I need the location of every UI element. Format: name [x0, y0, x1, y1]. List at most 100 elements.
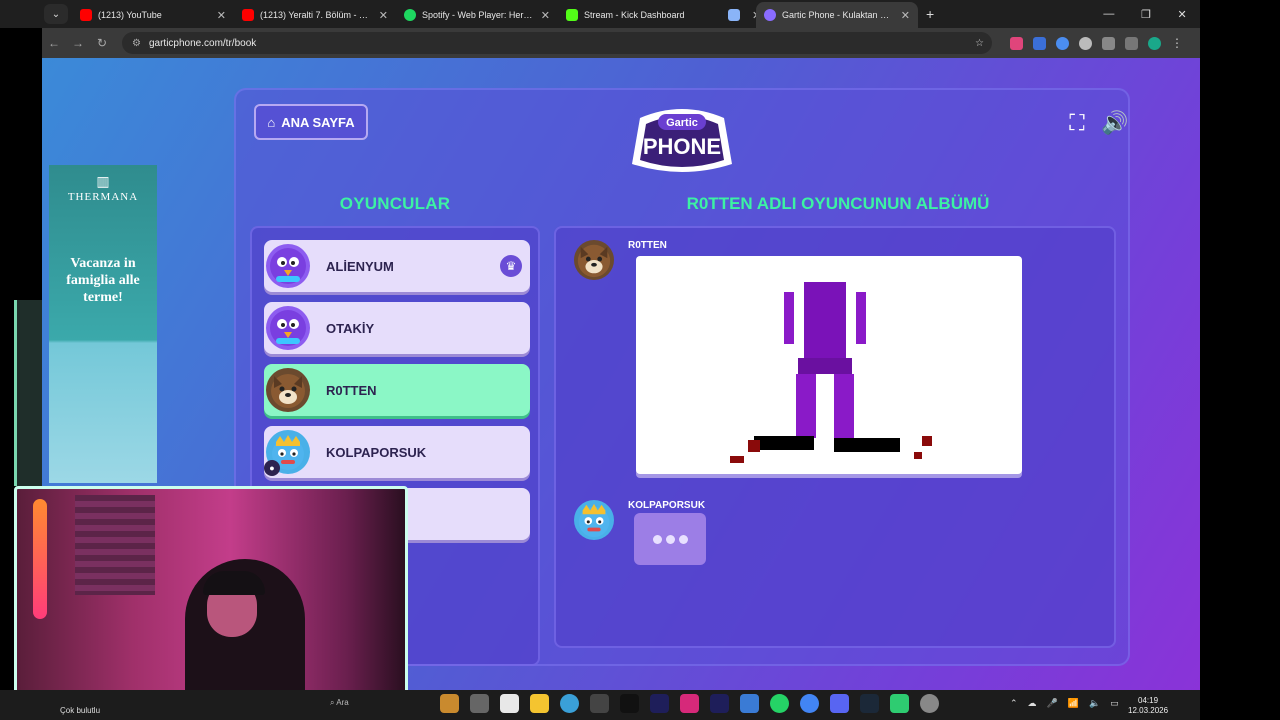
- tab-title: (1213) YouTube: [98, 10, 162, 20]
- bird-avatar: [266, 244, 310, 288]
- album-title: R0TTEN ADLI OYUNCUNUN ALBÜMÜ: [686, 194, 990, 213]
- fullscreen-icon[interactable]: ⛶: [1064, 110, 1090, 136]
- app-icon[interactable]: [890, 694, 909, 713]
- home-icon: ⌂: [267, 114, 276, 130]
- album-panel: R0TTEN KOLPAPORSUK: [554, 226, 1116, 648]
- tab-youtube-video[interactable]: (1213) Yeralti 7. Bölüm - YouTube ✕: [234, 2, 396, 28]
- players-title: OYUNCULAR: [339, 194, 451, 213]
- folder-icon[interactable]: [530, 694, 549, 713]
- cloud-icon[interactable]: ☁: [1028, 698, 1037, 709]
- tab-unnamed[interactable]: ✕: [720, 2, 756, 28]
- youtube-icon: [242, 9, 254, 21]
- tiktok-icon[interactable]: [620, 694, 639, 713]
- tab-search-button[interactable]: ⌄: [44, 4, 68, 24]
- tab-title: Spotify - Web Player: Herkes için: [422, 10, 535, 20]
- search-label: Ara: [336, 698, 349, 707]
- weather-label[interactable]: Çok bulutlu: [60, 706, 100, 715]
- user-icon: ●: [264, 460, 280, 476]
- mic-icon[interactable]: 🎤: [1047, 698, 1058, 709]
- black-border: [1200, 0, 1280, 720]
- ad-headline: Vacanza in famiglia alle terme!: [66, 256, 140, 305]
- album-author: R0TTEN: [628, 240, 667, 251]
- tab-youtube[interactable]: (1213) YouTube ✕: [72, 2, 234, 28]
- extensions: ⋮: [1010, 36, 1184, 50]
- clock-date: 12.03.2026: [1128, 706, 1169, 715]
- minimize-icon[interactable]: —: [1103, 8, 1114, 20]
- close-window-icon[interactable]: ✕: [1177, 8, 1186, 21]
- webcam-overlay: [14, 486, 408, 706]
- home-button[interactable]: ⌂ ANA SAYFA: [254, 104, 368, 140]
- streamer-cap: [203, 571, 265, 595]
- dot: [665, 534, 675, 544]
- dot: [652, 534, 662, 544]
- reading-list-icon[interactable]: [1125, 36, 1138, 50]
- restore-icon[interactable]: ❐: [1141, 8, 1151, 21]
- close-icon[interactable]: ✕: [217, 9, 226, 22]
- volume-icon[interactable]: 🔈: [1089, 698, 1100, 709]
- speaker-icon[interactable]: 🔊: [1101, 110, 1128, 136]
- extension-icon[interactable]: [1010, 36, 1023, 50]
- kick-icon: [566, 9, 578, 21]
- chrome-icon[interactable]: [800, 694, 819, 713]
- logo-top-text: Gartic: [666, 117, 698, 129]
- address-bar-row: ← → ↻ ⚙ garticphone.com/tr/book ☆ ⋮: [42, 28, 1200, 58]
- dog-avatar: [266, 368, 310, 412]
- settings-icon[interactable]: [920, 694, 939, 713]
- discord-icon[interactable]: [830, 694, 849, 713]
- site-info-icon[interactable]: ⚙: [132, 38, 141, 49]
- app-icon[interactable]: [500, 694, 519, 713]
- app-icon[interactable]: [560, 694, 579, 713]
- premiere-icon[interactable]: [650, 694, 669, 713]
- reload-icon[interactable]: ↻: [90, 36, 114, 50]
- back-icon[interactable]: ←: [42, 36, 66, 50]
- wifi-icon[interactable]: 📶: [1068, 698, 1079, 709]
- extension-icon[interactable]: [1033, 36, 1046, 50]
- home-button-label: ANA SAYFA: [281, 114, 355, 130]
- gartic-icon: [764, 9, 776, 21]
- player-row-kolpaporsuk: ● KOLPAPORSUK: [264, 426, 530, 478]
- app-icon[interactable]: [590, 694, 609, 713]
- player-name: OTAKİY: [326, 320, 375, 336]
- top-right-controls: ⛶ 🔊: [1064, 110, 1128, 136]
- forward-icon[interactable]: →: [66, 36, 90, 50]
- tab-title: Gartic Phone - Kulaktan Kulağa: [782, 10, 895, 20]
- taskbar-search[interactable]: ⌕ Ara: [330, 698, 349, 708]
- battery-icon[interactable]: ▭: [1110, 698, 1119, 709]
- app-icon[interactable]: [440, 694, 459, 713]
- tab-kick[interactable]: Stream - Kick Dashboard: [558, 2, 720, 28]
- clock[interactable]: 04:19 12.03.2026: [1128, 696, 1168, 716]
- screen: { "browser": { "tabs": [ {"title": "(121…: [0, 0, 1280, 720]
- url-field[interactable]: ⚙ garticphone.com/tr/book ☆: [122, 32, 992, 54]
- puzzle-icon[interactable]: [1102, 36, 1115, 50]
- tab-gartic[interactable]: Gartic Phone - Kulaktan Kulağa ✕: [756, 2, 918, 28]
- close-icon[interactable]: ✕: [379, 9, 388, 22]
- spotify-icon: [404, 9, 416, 21]
- steam-icon[interactable]: [860, 694, 879, 713]
- advertisement[interactable]: ▥ THERMANA Vacanza in famiglia alle term…: [49, 165, 157, 483]
- clock-time: 04:19: [1138, 696, 1159, 705]
- king-avatar: ●: [264, 430, 310, 476]
- close-icon[interactable]: ✕: [901, 9, 910, 22]
- extension-icon[interactable]: [1079, 36, 1092, 50]
- chevron-up-icon[interactable]: ⌃: [1010, 698, 1018, 709]
- tab-title: (1213) Yeralti 7. Bölüm - YouTube: [260, 10, 373, 20]
- new-tab-button[interactable]: +: [926, 6, 934, 22]
- after-effects-icon[interactable]: [710, 694, 729, 713]
- tab-spotify[interactable]: Spotify - Web Player: Herkes için ✕: [396, 2, 558, 28]
- bird-avatar: [266, 306, 310, 350]
- dog-avatar: [574, 240, 614, 280]
- lamp: [33, 499, 47, 619]
- taskbar: Çok bulutlu ⌕ Ara ⌃ ☁ 🎤 📶 🔈 ▭ 04:19 12.0…: [0, 690, 1200, 720]
- task-view-icon[interactable]: [470, 694, 489, 713]
- menu-kebab-icon[interactable]: ⋮: [1171, 36, 1184, 50]
- whatsapp-icon[interactable]: [770, 694, 789, 713]
- ad-brand: THERMANA: [67, 191, 139, 203]
- tab-title: Stream - Kick Dashboard: [584, 10, 685, 20]
- extension-icon[interactable]: [1056, 36, 1069, 50]
- instagram-icon[interactable]: [680, 694, 699, 713]
- close-icon[interactable]: ✕: [541, 9, 550, 22]
- player-name: R0TTEN: [326, 382, 377, 398]
- app-icon[interactable]: [740, 694, 759, 713]
- profile-avatar[interactable]: [1148, 36, 1161, 50]
- bookmark-star-icon[interactable]: ☆: [975, 38, 984, 49]
